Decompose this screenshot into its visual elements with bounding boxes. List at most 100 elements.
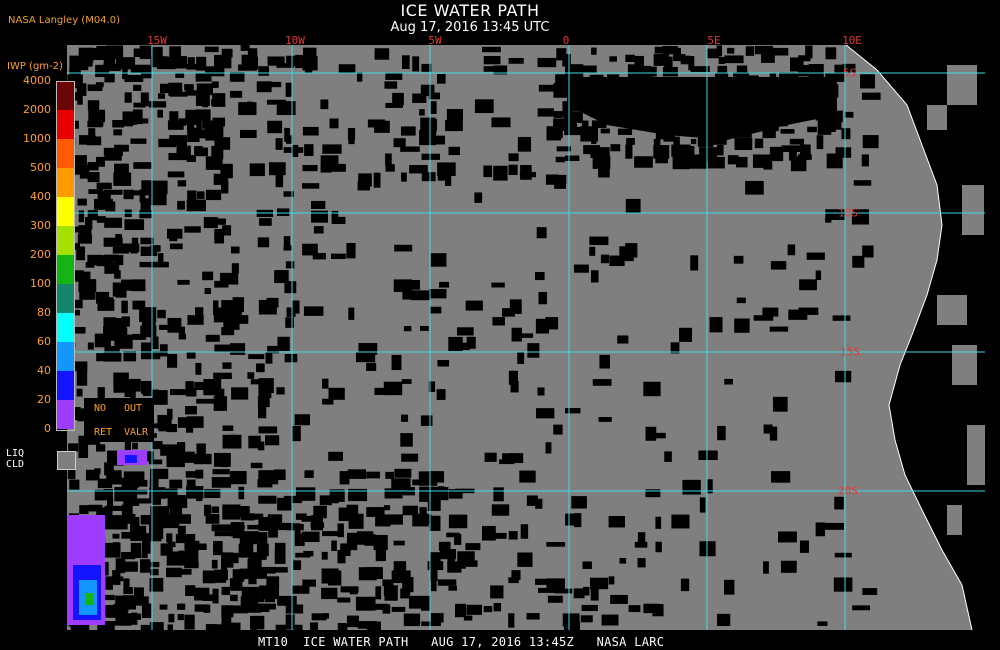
clear-sky-patch (437, 360, 450, 367)
clear-sky-patch (465, 543, 481, 551)
clear-sky-patch (527, 343, 540, 358)
clear-sky-patch (121, 561, 138, 572)
clear-sky-patch (292, 144, 299, 158)
clear-sky-patch (268, 81, 282, 88)
color-bar-tick: 4000 (23, 74, 51, 87)
valr-label: VALR (124, 427, 149, 438)
clear-sky-patch (637, 558, 646, 568)
clear-sky-patch (519, 470, 536, 483)
clear-sky-patch (104, 621, 116, 626)
clear-sky-patch (212, 117, 226, 127)
satellite-map[interactable] (67, 45, 985, 630)
clear-sky-patch (257, 237, 270, 248)
clear-sky-patch (265, 351, 273, 364)
clear-sky-patch (664, 56, 673, 69)
clear-sky-patch (202, 570, 216, 584)
clear-sky-patch (420, 595, 430, 611)
clear-sky-patch (601, 614, 619, 626)
clear-sky-patch (124, 92, 132, 103)
clear-sky-patch (609, 255, 625, 267)
clear-sky-patch (374, 48, 390, 60)
clear-sky-patch (187, 315, 204, 325)
map-canvas (67, 45, 985, 630)
clear-sky-patch (535, 271, 545, 281)
clear-sky-patch (401, 172, 407, 182)
clear-sky-patch (220, 568, 228, 575)
clear-sky-patch (769, 326, 789, 332)
clear-sky-patch (634, 156, 653, 168)
clear-sky-patch (862, 245, 874, 258)
clear-sky-patch (538, 84, 556, 92)
clear-sky-patch (194, 543, 207, 550)
clear-sky-patch (113, 172, 132, 186)
clear-sky-patch (211, 477, 231, 488)
clear-sky-patch (229, 578, 243, 591)
clear-sky-patch (346, 615, 359, 628)
clear-sky-patch (401, 55, 410, 70)
clear-sky-patch (328, 387, 345, 400)
clear-sky-patch (195, 362, 202, 375)
clear-sky-patch (131, 279, 146, 292)
clear-sky-patch (275, 567, 288, 573)
clear-sky-patch (301, 531, 320, 543)
clear-sky-patch (430, 576, 437, 592)
clear-sky-patch (176, 495, 185, 506)
clear-sky-patch (285, 614, 295, 630)
clear-sky-patch (104, 73, 115, 83)
clear-sky-patch (249, 595, 265, 603)
clear-sky-patch (412, 479, 429, 486)
clear-sky-patch (186, 199, 206, 212)
clear-sky-patch (816, 135, 824, 150)
clear-sky-patch (139, 210, 153, 219)
clear-sky-patch (517, 333, 534, 338)
clear-sky-patch (294, 414, 311, 426)
clear-sky-patch (184, 226, 201, 233)
clear-sky-patch (185, 585, 196, 596)
clear-sky-patch (409, 165, 428, 174)
clear-sky-patch (448, 146, 461, 156)
clear-sky-patch (169, 243, 183, 250)
clear-sky-patch (167, 541, 176, 548)
no-label: NO (94, 403, 107, 414)
clear-sky-patch (113, 327, 128, 335)
clear-sky-patch (140, 198, 151, 212)
clear-sky-patch (373, 534, 388, 551)
clear-sky-patch (535, 498, 543, 509)
clear-sky-patch (655, 154, 669, 164)
clear-sky-patch (537, 587, 556, 593)
clear-sky-patch (310, 522, 325, 528)
clear-sky-patch (130, 244, 138, 254)
clear-sky-patch (285, 604, 304, 614)
clear-sky-patch (610, 144, 621, 152)
clear-sky-patch (185, 381, 194, 389)
clear-sky-patch (807, 126, 817, 133)
clear-sky-patch (626, 138, 635, 145)
clear-sky-patch (204, 489, 221, 498)
clear-sky-patch (113, 129, 123, 136)
land-cloud-patch (927, 105, 947, 130)
clear-sky-patch (707, 156, 725, 169)
clear-sky-patch (114, 144, 129, 152)
map-datetime: Aug 17, 2016 13:45 UTC (390, 20, 550, 35)
clear-sky-patch (121, 552, 136, 560)
clear-sky-patch (763, 561, 769, 574)
clear-sky-patch (545, 317, 559, 330)
clear-sky-patch (465, 560, 478, 567)
clear-sky-patch (112, 120, 125, 128)
clear-sky-patch (104, 505, 124, 511)
clear-sky-patch (150, 468, 169, 480)
clear-sky-patch (517, 552, 533, 567)
clear-sky-patch (141, 550, 148, 559)
clear-sky-patch (770, 261, 787, 270)
clear-sky-patch (448, 585, 458, 591)
clear-sky-patch (211, 81, 219, 88)
clear-sky-patch (151, 390, 168, 405)
clear-sky-patch (438, 281, 450, 288)
lon-label-15w: 15W (147, 34, 167, 47)
liq-label: LIQ (6, 448, 25, 459)
clear-sky-patch (493, 603, 502, 612)
clear-sky-patch (581, 120, 589, 127)
color-bar-tick: 100 (30, 277, 51, 290)
clear-sky-patch (778, 531, 797, 543)
clear-sky-patch (724, 55, 744, 64)
